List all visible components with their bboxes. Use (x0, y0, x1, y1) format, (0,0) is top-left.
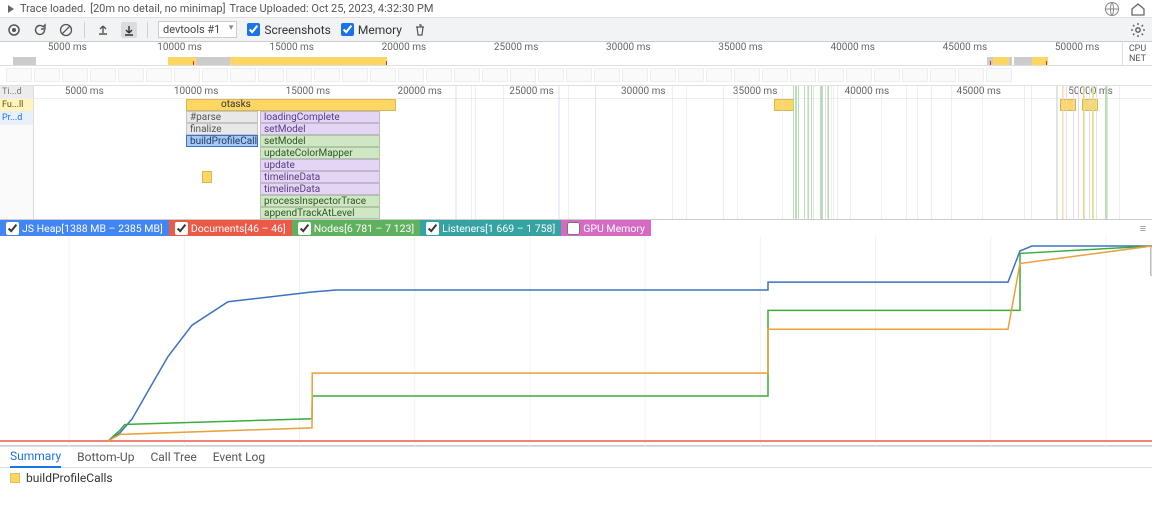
screenshot-thumb[interactable] (482, 68, 508, 82)
memory-series-line (108, 246, 1152, 441)
counter-listeners[interactable]: Listeners[1 669 – 1 758] (420, 220, 561, 236)
screenshot-thumb[interactable] (90, 68, 116, 82)
trace-detail-msg: [20m no detail, no minimap] (90, 2, 225, 15)
screenshot-thumb[interactable] (286, 68, 312, 82)
ruler-tick: 40000 ms (830, 42, 875, 53)
flame-track-label[interactable]: Pr...d (0, 112, 33, 125)
tab-bottom-up[interactable]: Bottom-Up (77, 447, 134, 467)
screenshot-thumb[interactable] (762, 68, 788, 82)
counter-js-heap[interactable]: JS Heap[1388 MB – 2385 MB] (0, 220, 169, 236)
screenshot-thumb[interactable] (734, 68, 760, 82)
status-bar: Trace loaded. [20m no detail, no minimap… (0, 0, 1152, 18)
screenshot-thumb[interactable] (818, 68, 844, 82)
ruler-tick: 20000 ms (382, 42, 427, 53)
screenshots-checkbox[interactable]: Screenshots (247, 23, 330, 37)
ruler-tick: 30000 ms (606, 42, 651, 53)
flame-track-label[interactable]: Fu...ll (0, 99, 33, 112)
screenshot-thumb[interactable] (510, 68, 536, 82)
frame-selector[interactable]: devtools #1 (158, 21, 237, 38)
ruler-tick: 15000 ms (269, 42, 314, 53)
screenshot-thumb[interactable] (34, 68, 60, 82)
tab-call-tree[interactable]: Call Tree (150, 447, 196, 467)
gear-icon[interactable] (1130, 22, 1146, 38)
summary-call-name: buildProfileCalls (26, 471, 113, 485)
memory-series-line (108, 246, 1152, 441)
record-button[interactable] (6, 22, 22, 38)
counter-gpu[interactable]: GPU Memory (561, 220, 651, 236)
flame-track-labels: Ti...dFu...llPr...d (0, 86, 34, 219)
screenshot-thumb[interactable] (874, 68, 900, 82)
screenshot-thumb[interactable] (202, 68, 228, 82)
screenshot-thumb[interactable] (314, 68, 340, 82)
screenshot-thumb[interactable] (398, 68, 424, 82)
counters-menu-icon[interactable]: ≡ (1134, 220, 1152, 236)
counter-documents[interactable]: Documents[46 – 46] (169, 220, 292, 236)
screenshot-thumb[interactable] (594, 68, 620, 82)
clear-button[interactable] (58, 22, 74, 38)
screenshot-thumb[interactable] (958, 68, 984, 82)
ruler-tick: 35000 ms (718, 42, 763, 53)
home-icon[interactable] (1130, 1, 1146, 17)
ruler-tick: 45000 ms (943, 42, 988, 53)
screenshot-thumb[interactable] (930, 68, 956, 82)
reload-button[interactable] (32, 22, 48, 38)
summary-swatch (10, 473, 20, 483)
globe-icon[interactable] (1104, 1, 1120, 17)
memory-series-line (108, 246, 1152, 441)
trace-uploaded-msg: Trace Uploaded: Oct 25, 2023, 4:32:30 PM (230, 2, 434, 15)
flame-chart[interactable]: Ti...dFu...llPr...d 5000 ms10000 ms15000… (0, 86, 1152, 220)
counter-nodes[interactable]: Nodes[6 781 – 7 123] (292, 220, 420, 236)
detail-tabs: Summary Bottom-Up Call Tree Event Log (0, 446, 1152, 468)
screenshot-thumb[interactable] (902, 68, 928, 82)
screenshot-thumb[interactable] (62, 68, 88, 82)
screenshots-strip[interactable] (0, 66, 1152, 86)
screenshot-thumb[interactable] (790, 68, 816, 82)
screenshot-thumb[interactable] (118, 68, 144, 82)
screenshot-thumb[interactable] (566, 68, 592, 82)
screenshot-thumb[interactable] (678, 68, 704, 82)
screenshot-thumb[interactable] (6, 68, 32, 82)
download-button[interactable] (121, 22, 137, 38)
trace-loaded-msg: Trace loaded. (20, 2, 86, 15)
garbage-collect-button[interactable] (412, 22, 428, 38)
overview-side-labels: CPU NET (1122, 42, 1152, 65)
tab-event-log[interactable]: Event Log (213, 447, 265, 467)
screenshot-thumb[interactable] (538, 68, 564, 82)
overview-ruler[interactable]: 5000 ms 10000 ms 15000 ms 20000 ms 25000 ms 3… (0, 42, 1152, 66)
memory-checkbox[interactable]: Memory (341, 23, 402, 37)
screenshot-thumb[interactable] (846, 68, 872, 82)
ruler-tick: 50000 ms (1055, 42, 1100, 53)
summary-line: buildProfileCalls (0, 468, 1152, 488)
tab-summary[interactable]: Summary (10, 446, 61, 468)
screenshot-thumb[interactable] (622, 68, 648, 82)
screenshot-thumb[interactable] (986, 68, 1012, 82)
screenshot-thumb[interactable] (650, 68, 676, 82)
screenshot-thumb[interactable] (426, 68, 452, 82)
play-icon[interactable] (6, 4, 16, 14)
flame-track-label[interactable]: Ti...d (0, 86, 33, 99)
toolbar: devtools #1 Screenshots Memory (0, 18, 1152, 42)
screenshot-thumb[interactable] (454, 68, 480, 82)
ruler-tick: 25000 ms (494, 42, 539, 53)
screenshot-thumb[interactable] (258, 68, 284, 82)
memory-counters-bar: JS Heap[1388 MB – 2385 MB] Documents[46 … (0, 220, 1152, 236)
screenshot-thumb[interactable] (146, 68, 172, 82)
screenshot-thumb[interactable] (174, 68, 200, 82)
memory-chart[interactable] (0, 236, 1152, 446)
upload-button[interactable] (95, 22, 111, 38)
screenshots-label: Screenshots (264, 23, 330, 37)
ruler-tick: 5000 ms (48, 42, 87, 53)
screenshot-thumb[interactable] (370, 68, 396, 82)
ruler-tick: 10000 ms (157, 42, 202, 53)
screenshot-thumb[interactable] (342, 68, 368, 82)
screenshot-thumb[interactable] (706, 68, 732, 82)
memory-label: Memory (358, 23, 402, 37)
screenshot-thumb[interactable] (230, 68, 256, 82)
